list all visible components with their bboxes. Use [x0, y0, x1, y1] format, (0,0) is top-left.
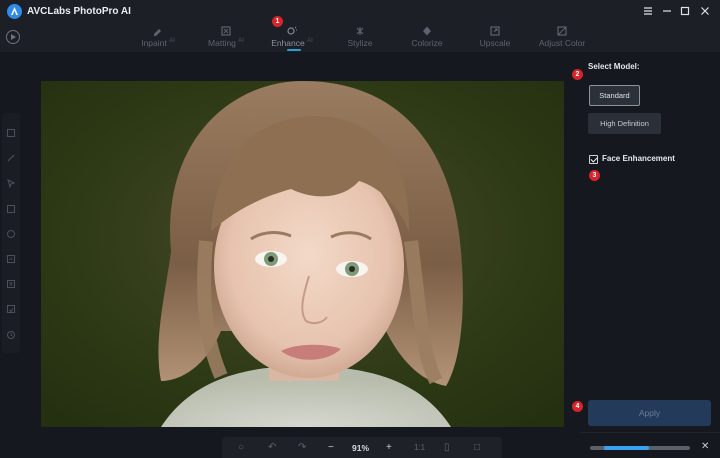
circle-icon[interactable]	[6, 229, 16, 239]
reset-icon[interactable]: ○	[238, 441, 244, 455]
tab-label: Stylize	[347, 38, 373, 48]
matting-icon	[221, 26, 231, 36]
canvas-bottom-toolbar: ○ ↶ ↷ − 91% + 1:1 ▯ □	[222, 437, 502, 458]
fit-screen-icon[interactable]: □	[474, 441, 480, 455]
compare-icon[interactable]: ▯	[444, 441, 450, 455]
layers-icon[interactable]	[6, 128, 16, 138]
tab-upscale[interactable]: Upscale	[476, 24, 514, 52]
actual-size-button[interactable]: 1:1	[414, 441, 425, 455]
app-logo-icon	[7, 4, 22, 19]
photo-canvas[interactable]	[41, 81, 564, 427]
face-enhancement-checkbox[interactable]	[589, 155, 598, 164]
zoom-out-button[interactable]: −	[328, 441, 334, 455]
tab-label: Enhance	[271, 38, 305, 48]
tab-matting[interactable]: Matting AI	[203, 24, 249, 52]
step-badge-2: 2	[572, 69, 583, 80]
standard-model-button[interactable]: Standard	[589, 85, 640, 106]
tab-colorize[interactable]: Colorize	[407, 24, 447, 52]
progress-close-icon[interactable]: ✕	[701, 441, 709, 453]
apply-button[interactable]: Apply	[588, 400, 711, 426]
progress-area: ✕	[580, 432, 720, 458]
tab-label: Upscale	[479, 38, 511, 48]
active-tab-indicator	[287, 49, 301, 51]
step-badge-4: 4	[572, 401, 583, 412]
undo-icon[interactable]: ↶	[268, 441, 276, 455]
ai-marker: AI	[238, 38, 244, 45]
menu-icon[interactable]	[640, 3, 656, 19]
title-bar: AVCLabs PhotoPro AI	[0, 0, 720, 24]
zoom-level: 91%	[352, 443, 370, 453]
play-icon[interactable]	[6, 30, 20, 44]
close-icon[interactable]	[697, 3, 713, 19]
rectangle-icon[interactable]	[6, 204, 16, 214]
progress-bar	[590, 446, 690, 450]
enhance-icon	[287, 26, 297, 35]
stylize-icon	[356, 27, 364, 35]
tab-enhance[interactable]: Enhance AI	[268, 24, 316, 52]
tab-label: Colorize	[411, 38, 443, 48]
app-window: AVCLabs PhotoPro AI Inpaint AI Matting A…	[0, 0, 720, 458]
settings-panel: Select Model: Standard High Definition F…	[580, 52, 720, 458]
high-definition-model-button[interactable]: High Definition	[588, 113, 661, 134]
tab-stylize[interactable]: Stylize	[342, 24, 378, 52]
select-model-label: Select Model:	[588, 62, 640, 71]
text-icon[interactable]	[6, 279, 16, 289]
redo-icon[interactable]: ↷	[298, 441, 306, 455]
ai-marker: AI	[169, 38, 175, 45]
portrait-image	[41, 81, 564, 427]
pointer-icon[interactable]	[6, 178, 16, 188]
progress-fill	[604, 446, 649, 450]
maximize-icon[interactable]	[677, 3, 693, 19]
step-badge-3: 3	[589, 170, 600, 181]
tab-label: Inpaint	[141, 38, 167, 48]
ai-marker: AI	[307, 38, 313, 45]
inpaint-icon	[154, 29, 161, 36]
face-enhancement-label: Face Enhancement	[602, 154, 675, 163]
adjust-color-icon	[557, 26, 567, 36]
crop-icon[interactable]	[6, 254, 16, 264]
left-toolbar	[2, 113, 20, 353]
tab-label: Matting	[208, 38, 236, 48]
upscale-icon	[490, 26, 500, 36]
minimize-icon[interactable]	[659, 3, 675, 19]
zoom-in-button[interactable]: +	[386, 441, 392, 455]
history-icon[interactable]	[6, 330, 16, 340]
colorize-icon	[423, 26, 431, 36]
brush-icon[interactable]	[6, 153, 16, 163]
tab-inpaint[interactable]: Inpaint AI	[138, 24, 178, 52]
feature-tab-bar: Inpaint AI Matting AI Enhance AI Stylize…	[0, 24, 720, 52]
tab-label: Adjust Color	[538, 38, 586, 48]
app-title: AVCLabs PhotoPro AI	[27, 6, 131, 17]
save-icon[interactable]	[6, 304, 16, 314]
tab-adjust-color[interactable]: Adjust Color	[535, 24, 589, 52]
step-badge-1: 1	[272, 16, 283, 27]
